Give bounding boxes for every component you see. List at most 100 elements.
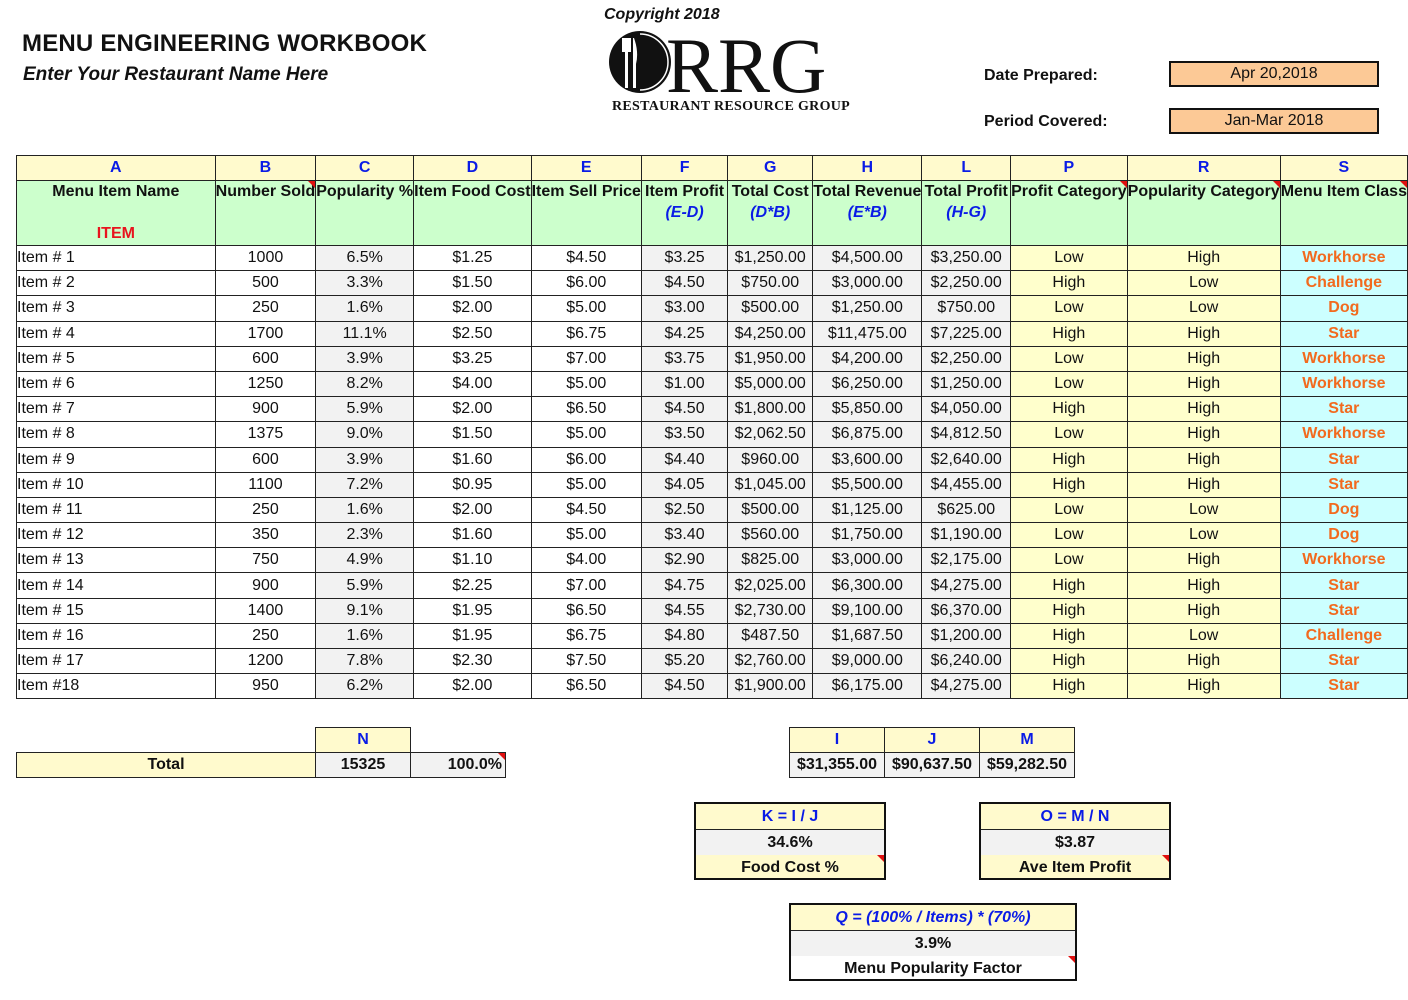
number-sold-cell[interactable]: 900 bbox=[214, 396, 317, 423]
food-cost-cell[interactable]: $1.60 bbox=[413, 522, 532, 549]
popularity-category-cell: High bbox=[1126, 446, 1281, 473]
item-name-cell[interactable]: Item # 11 bbox=[16, 496, 216, 524]
sell-price-cell[interactable]: $6.75 bbox=[530, 622, 642, 650]
total-profit-cell: $4,275.00 bbox=[921, 572, 1012, 599]
table-row: Item # 1 1000 6.5% $1.25 $4.50 $3.25 $1,250.00… bbox=[16, 244, 1408, 272]
total-profit-cell: $2,250.00 bbox=[921, 345, 1012, 372]
sell-price-cell[interactable]: $7.00 bbox=[530, 345, 642, 372]
table-row: Item # 6 1250 8.2% $4.00 $5.00 $1.00 $5,000.00… bbox=[16, 370, 1408, 398]
food-cost-box: K = I / J 34.6% Food Cost % bbox=[694, 802, 886, 880]
item-label: ITEM bbox=[96, 225, 135, 242]
food-cost-cell[interactable]: $2.00 bbox=[413, 295, 532, 322]
food-cost-cell[interactable]: $2.00 bbox=[413, 673, 532, 700]
number-sold-cell[interactable]: 500 bbox=[214, 270, 317, 297]
sell-price-cell[interactable]: $6.50 bbox=[530, 396, 642, 423]
number-sold-cell[interactable]: 1100 bbox=[214, 471, 317, 498]
item-name-cell[interactable]: Item # 7 bbox=[16, 396, 216, 423]
food-cost-cell[interactable]: $2.30 bbox=[413, 647, 532, 675]
workbook-title: MENU ENGINEERING WORKBOOK bbox=[22, 30, 428, 57]
number-sold-cell[interactable]: 600 bbox=[214, 446, 317, 473]
item-profit-cell: $4.40 bbox=[640, 446, 729, 473]
item-name-cell[interactable]: Item # 5 bbox=[16, 345, 216, 372]
n-letter: N bbox=[315, 727, 411, 753]
item-profit-cell: $3.40 bbox=[640, 522, 729, 549]
number-sold-cell[interactable]: 250 bbox=[214, 295, 317, 322]
profit-category-cell: Low bbox=[1010, 547, 1128, 574]
number-sold-cell[interactable]: 250 bbox=[214, 496, 317, 524]
food-cost-cell[interactable]: $1.10 bbox=[413, 547, 532, 574]
sell-price-cell[interactable]: $4.50 bbox=[530, 496, 642, 524]
food-cost-cell[interactable]: $1.60 bbox=[413, 446, 532, 473]
column-header-l: Total Profit (H-G) bbox=[921, 180, 1012, 246]
total-profit-cell: $2,175.00 bbox=[921, 547, 1012, 574]
food-cost-cell[interactable]: $4.00 bbox=[413, 370, 532, 398]
total-revenue-cell: $4,500.00 bbox=[812, 244, 923, 272]
number-sold-cell[interactable]: 900 bbox=[214, 572, 317, 599]
total-revenue-cell: $6,175.00 bbox=[812, 673, 923, 700]
item-name-cell[interactable]: Item # 16 bbox=[16, 622, 216, 650]
item-name-cell[interactable]: Item # 6 bbox=[16, 370, 216, 398]
sell-price-cell[interactable]: $5.00 bbox=[530, 421, 642, 448]
sell-price-cell[interactable]: $4.50 bbox=[530, 244, 642, 272]
food-cost-cell[interactable]: $2.00 bbox=[413, 396, 532, 423]
column-header-label: Popularity Category bbox=[1127, 183, 1280, 200]
number-sold-cell[interactable]: 250 bbox=[214, 622, 317, 650]
number-sold-cell[interactable]: 1000 bbox=[214, 244, 317, 272]
sell-price-cell[interactable]: $6.00 bbox=[530, 446, 642, 473]
total-cost-cell: $1,800.00 bbox=[727, 396, 814, 423]
item-name-cell[interactable]: Item # 4 bbox=[16, 320, 216, 347]
item-name-cell[interactable]: Item # 13 bbox=[16, 547, 216, 574]
period-covered-field[interactable]: Jan-Mar 2018 bbox=[1169, 108, 1379, 134]
number-sold-cell[interactable]: 750 bbox=[214, 547, 317, 574]
number-sold-cell[interactable]: 350 bbox=[214, 522, 317, 549]
food-cost-cell[interactable]: $1.25 bbox=[413, 244, 532, 272]
item-name-cell[interactable]: Item # 17 bbox=[16, 647, 216, 675]
sell-price-cell[interactable]: $5.00 bbox=[530, 370, 642, 398]
sell-price-cell[interactable]: $6.50 bbox=[530, 597, 642, 624]
food-cost-cell[interactable]: $0.95 bbox=[413, 471, 532, 498]
number-sold-cell[interactable]: 1700 bbox=[214, 320, 317, 347]
item-name-cell[interactable]: Item # 14 bbox=[16, 572, 216, 599]
sell-price-cell[interactable]: $6.50 bbox=[530, 673, 642, 700]
item-name-cell[interactable]: Item # 2 bbox=[16, 270, 216, 297]
item-name-cell[interactable]: Item # 12 bbox=[16, 522, 216, 549]
number-sold-cell[interactable]: 950 bbox=[214, 673, 317, 700]
item-name-cell[interactable]: Item # 3 bbox=[16, 295, 216, 322]
sell-price-cell[interactable]: $4.00 bbox=[530, 547, 642, 574]
food-cost-cell[interactable]: $1.95 bbox=[413, 597, 532, 624]
total-profit-cell: $1,190.00 bbox=[921, 522, 1012, 549]
sell-price-cell[interactable]: $5.00 bbox=[530, 522, 642, 549]
sell-price-cell[interactable]: $7.00 bbox=[530, 572, 642, 599]
food-cost-cell[interactable]: $2.25 bbox=[413, 572, 532, 599]
total-revenue-cell: $3,000.00 bbox=[812, 270, 923, 297]
table-row: Item # 5 600 3.9% $3.25 $7.00 $3.75 $1,950.00 $… bbox=[16, 345, 1408, 372]
sell-price-cell[interactable]: $6.00 bbox=[530, 270, 642, 297]
food-cost-formula: K = I / J bbox=[696, 804, 884, 830]
item-name-cell[interactable]: Item # 1 bbox=[16, 244, 216, 272]
food-cost-cell[interactable]: $2.00 bbox=[413, 496, 532, 524]
sell-price-cell[interactable]: $5.00 bbox=[530, 295, 642, 322]
item-name-cell[interactable]: Item # 9 bbox=[16, 446, 216, 473]
item-name-cell[interactable]: Item # 15 bbox=[16, 597, 216, 624]
sell-price-cell[interactable]: $5.00 bbox=[530, 471, 642, 498]
column-formula: (D*B) bbox=[750, 204, 791, 221]
date-prepared-field[interactable]: Apr 20,2018 bbox=[1169, 61, 1379, 87]
number-sold-cell[interactable]: 1400 bbox=[214, 597, 317, 624]
profit-category-cell: High bbox=[1010, 320, 1128, 347]
food-cost-cell[interactable]: $2.50 bbox=[413, 320, 532, 347]
number-sold-cell[interactable]: 600 bbox=[214, 345, 317, 372]
food-cost-cell[interactable]: $3.25 bbox=[413, 345, 532, 372]
item-name-cell[interactable]: Item # 8 bbox=[16, 421, 216, 448]
total-profit-cell: $4,275.00 bbox=[921, 673, 1012, 700]
number-sold-cell[interactable]: 1250 bbox=[214, 370, 317, 398]
food-cost-cell[interactable]: $1.95 bbox=[413, 622, 532, 650]
restaurant-name[interactable]: Enter Your Restaurant Name Here bbox=[23, 64, 328, 86]
food-cost-cell[interactable]: $1.50 bbox=[413, 421, 532, 448]
number-sold-cell[interactable]: 1375 bbox=[214, 421, 317, 448]
item-name-cell[interactable]: Item #18 bbox=[16, 673, 216, 700]
sell-price-cell[interactable]: $6.75 bbox=[530, 320, 642, 347]
item-name-cell[interactable]: Item # 10 bbox=[16, 471, 216, 498]
number-sold-cell[interactable]: 1200 bbox=[214, 647, 317, 675]
sell-price-cell[interactable]: $7.50 bbox=[530, 647, 642, 675]
food-cost-cell[interactable]: $1.50 bbox=[413, 270, 532, 297]
